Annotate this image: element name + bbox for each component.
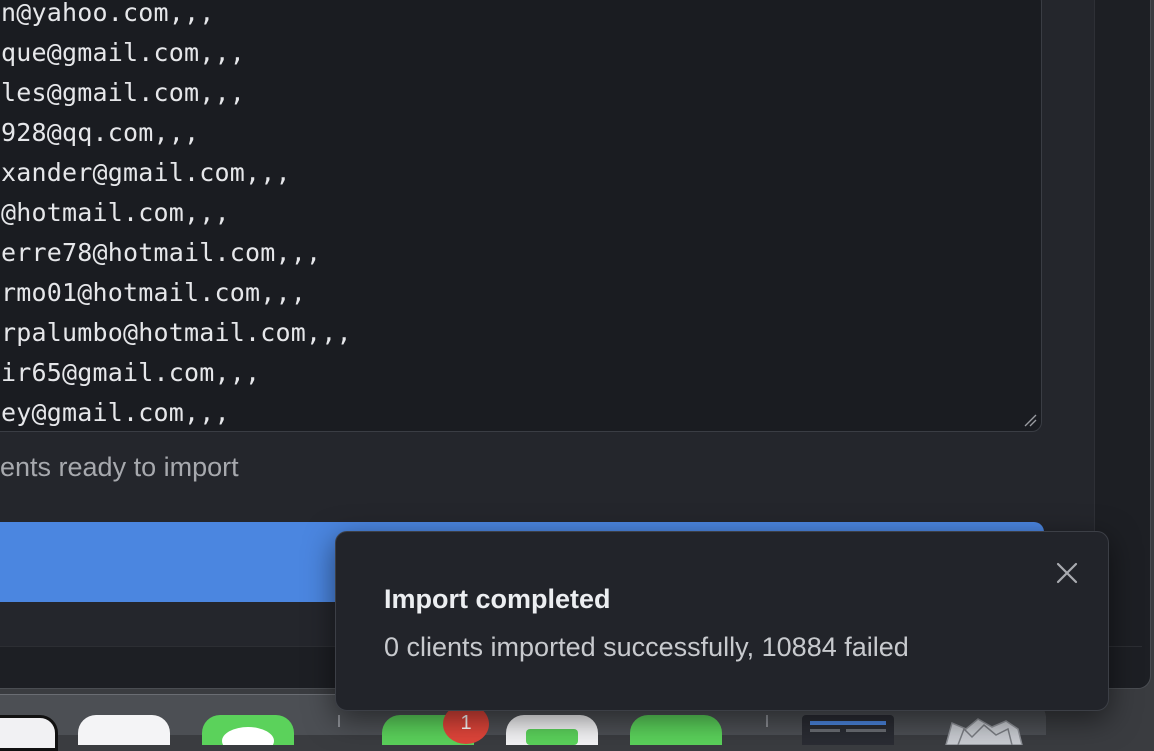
- csv-line: @hotmail.com,,,: [1, 198, 230, 227]
- toast-title: Import completed: [384, 584, 611, 614]
- messages-icon[interactable]: [202, 715, 294, 751]
- csv-line: 928@qq.com,,,: [1, 118, 200, 147]
- app-icon[interactable]: [0, 715, 58, 751]
- close-icon[interactable]: [1053, 559, 1081, 587]
- csv-line: rmo01@hotmail.com,,,: [1, 278, 307, 307]
- resize-handle-icon[interactable]: [1023, 413, 1037, 427]
- csv-line: xander@gmail.com,,,: [1, 158, 291, 187]
- app-window-thumbnail-icon: [810, 721, 886, 732]
- csv-line: les@gmail.com,,,: [1, 78, 246, 107]
- csv-line: ey@gmail.com,,,: [1, 398, 230, 427]
- app-icon[interactable]: [78, 715, 170, 745]
- app-glyph-icon: [526, 729, 578, 745]
- ready-to-import-text: ents ready to import: [0, 452, 239, 482]
- csv-input-textarea[interactable]: n@yahoo.com,,, que@gmail.com,,, les@gmai…: [0, 0, 1042, 432]
- csv-line: ir65@gmail.com,,,: [1, 358, 261, 387]
- app-icon[interactable]: [802, 715, 894, 745]
- csv-line: n@yahoo.com,,,: [1, 0, 215, 27]
- speech-bubble-icon: [222, 727, 274, 751]
- csv-lines: n@yahoo.com,,, que@gmail.com,,, les@gmai…: [1, 0, 352, 431]
- dock-separator: [338, 715, 340, 727]
- csv-line: rpalumbo@hotmail.com,,,: [1, 318, 352, 347]
- toast-message: 0 clients imported successfully, 10884 f…: [384, 632, 909, 662]
- csv-line: erre78@hotmail.com,,,: [1, 238, 322, 267]
- app-icon[interactable]: [938, 715, 1030, 746]
- app-icon[interactable]: [630, 715, 722, 745]
- import-result-toast: Import completed 0 clients imported succ…: [335, 531, 1109, 711]
- csv-line: que@gmail.com,,,: [1, 38, 246, 67]
- dock-separator: [766, 715, 768, 727]
- trash-icon: [945, 718, 1023, 746]
- app-icon[interactable]: [506, 715, 598, 745]
